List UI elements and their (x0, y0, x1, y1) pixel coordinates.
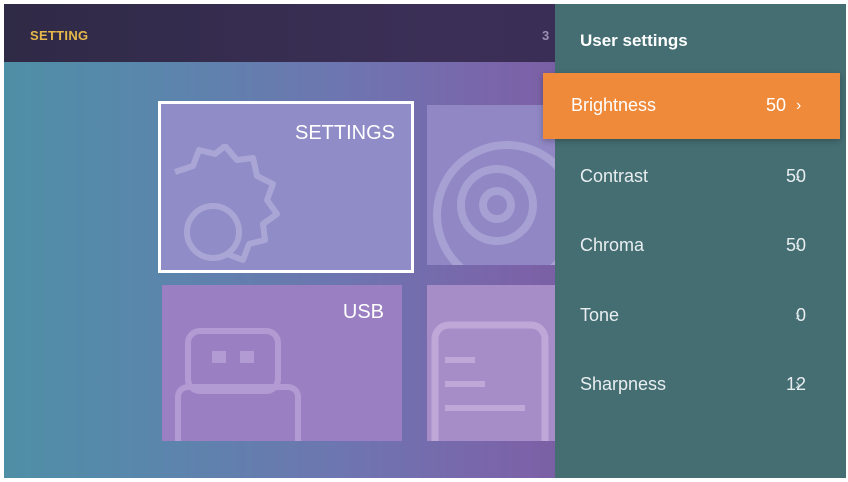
media-tile[interactable] (427, 105, 557, 265)
usb-tile-label: USB (342, 301, 384, 323)
clock-text: 3 (542, 28, 550, 43)
menu-item-sharpness[interactable]: Sharpness 12 › (555, 352, 846, 418)
document-icon (431, 321, 549, 441)
usb-tile[interactable]: USB (162, 285, 402, 441)
chevron-right-icon: › (795, 307, 801, 324)
menu-item-brightness[interactable]: Brightness 50 › (543, 73, 840, 139)
menu-item-value: 50 (765, 95, 786, 115)
chevron-right-icon: › (795, 237, 801, 254)
chevron-right-icon: › (795, 168, 801, 185)
settings-tile-label: SETTINGS (294, 122, 395, 144)
file-tile[interactable] (427, 285, 557, 441)
user-settings-panel: User settings Brightness 50 › Contrast 5… (543, 4, 846, 478)
menu-item-label: Brightness (571, 95, 657, 115)
menu-item-label: Sharpness (580, 374, 667, 394)
menu-item-label: Chroma (580, 235, 645, 255)
menu-item-contrast[interactable]: Contrast 50 › (555, 144, 846, 210)
menu-item-label: Tone (580, 305, 620, 325)
tv-screen: SETTING 3 SETTINGS USB User settings Bri… (4, 4, 846, 478)
usb-drive-icon (175, 328, 301, 441)
panel-title: User settings (580, 31, 688, 50)
settings-tile[interactable]: SETTINGS (158, 101, 414, 273)
menu-item-chroma[interactable]: Chroma 50 › (555, 213, 846, 279)
chevron-right-icon: › (795, 376, 801, 393)
gear-icon (174, 144, 280, 263)
disc-icon (433, 141, 557, 265)
page-title: SETTING (30, 28, 89, 43)
menu-item-label: Contrast (580, 166, 649, 186)
chevron-right-icon: › (796, 97, 802, 114)
menu-item-tone[interactable]: Tone 0 › (555, 283, 846, 349)
